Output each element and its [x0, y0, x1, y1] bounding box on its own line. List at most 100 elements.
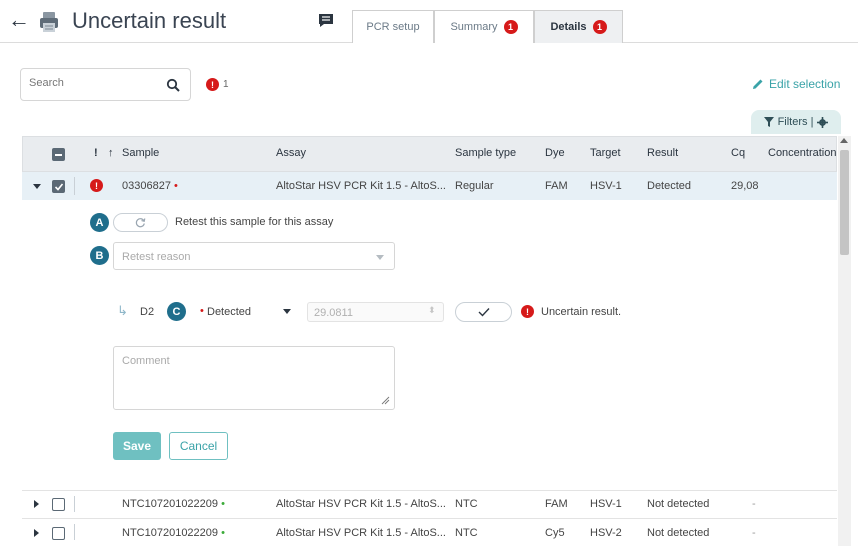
cell-cq: 29,08: [731, 180, 759, 192]
stepper-icon[interactable]: ⬍: [428, 305, 436, 316]
sample-id: NTC107201022209: [122, 498, 219, 510]
column-sample-type[interactable]: Sample type: [455, 147, 516, 159]
row-checkbox[interactable]: [52, 527, 65, 540]
comment-placeholder: Comment: [122, 355, 170, 367]
annotation-c: C: [167, 302, 186, 321]
expand-icon[interactable]: [34, 500, 39, 508]
chevron-down-icon: [283, 309, 291, 314]
page-title: Uncertain result: [72, 8, 227, 33]
column-concentration[interactable]: Concentration: [768, 147, 837, 159]
cell-assay: AltoStar HSV PCR Kit 1.5 - AltoS...: [276, 527, 446, 539]
funnel-icon: [763, 117, 774, 127]
tab-summary[interactable]: Summary 1: [434, 10, 534, 43]
cell-target: HSV-1: [590, 180, 622, 192]
cell-assay: AltoStar HSV PCR Kit 1.5 - AltoS...: [276, 498, 446, 510]
pencil-icon: [753, 79, 763, 89]
column-target[interactable]: Target: [590, 147, 621, 159]
column-sample[interactable]: Sample: [122, 147, 159, 159]
cell-cq: -: [752, 498, 756, 510]
check-icon: [478, 308, 490, 317]
result-select-value: Detected: [207, 306, 252, 318]
cell-result: Not detected: [647, 527, 710, 539]
column-result[interactable]: Result: [647, 147, 678, 159]
back-arrow-icon[interactable]: ←: [8, 9, 30, 31]
status-dot: •: [218, 527, 225, 539]
collapse-icon[interactable]: [33, 184, 41, 189]
resize-handle-icon[interactable]: [380, 395, 390, 405]
retest-toggle[interactable]: [113, 213, 168, 232]
retest-reason-select[interactable]: Retest reason: [113, 242, 395, 270]
row-checkbox[interactable]: [52, 498, 65, 511]
cell-target: HSV-1: [590, 498, 622, 510]
result-select[interactable]: • Detected: [193, 302, 297, 322]
column-dye[interactable]: Dye: [545, 147, 565, 159]
status-message: Uncertain result.: [541, 306, 622, 318]
column-assay[interactable]: Assay: [276, 147, 306, 159]
save-button[interactable]: Save: [113, 432, 161, 460]
sub-arrow-icon: ↳: [117, 303, 128, 318]
row-checkbox[interactable]: [52, 180, 65, 193]
scroll-up-icon[interactable]: [840, 138, 848, 143]
column-divider: [74, 496, 75, 512]
filters-label: Filters |: [777, 116, 814, 128]
warning-icon: !: [521, 305, 534, 318]
error-icon: !: [206, 78, 219, 91]
gear-icon[interactable]: [817, 116, 829, 128]
column-cq[interactable]: Cq: [731, 147, 745, 159]
cell-sample-type: NTC: [455, 498, 478, 510]
cell-dye: FAM: [545, 180, 568, 192]
chevron-down-icon: [376, 255, 384, 260]
summary-badge: 1: [503, 20, 518, 34]
scrollbar-thumb[interactable]: [840, 150, 849, 255]
cell-cq: -: [752, 527, 756, 539]
sample-id: NTC107201022209: [122, 527, 219, 539]
tab-label: Details: [550, 21, 587, 33]
cell-dye: FAM: [545, 498, 568, 510]
retest-reason-placeholder: Retest reason: [122, 251, 191, 263]
select-all-checkbox[interactable]: [52, 148, 65, 161]
cell-target: HSV-2: [590, 527, 622, 539]
edit-selection-label: Edit selection: [769, 77, 841, 91]
cell-dye: Cy5: [545, 527, 565, 539]
tab-details[interactable]: Details 1: [534, 10, 623, 43]
cell-result: Detected: [647, 180, 692, 192]
sample-id: 03306827: [122, 180, 171, 192]
cell-assay: AltoStar HSV PCR Kit 1.5 - AltoS...: [276, 180, 446, 192]
tab-pcr-setup[interactable]: PCR setup: [352, 10, 434, 43]
cell-result: Not detected: [647, 498, 710, 510]
confirm-toggle[interactable]: [455, 302, 512, 322]
refresh-icon: [135, 218, 146, 228]
cell-sample: NTC107201022209 •: [122, 527, 225, 539]
cell-sample: 03306827 •: [122, 180, 178, 192]
cell-sample: NTC107201022209 •: [122, 498, 225, 510]
well-id: D2: [140, 306, 155, 318]
comment-textarea[interactable]: Comment: [113, 346, 395, 410]
column-divider: [74, 177, 75, 195]
expand-icon[interactable]: [34, 529, 39, 537]
details-badge: 1: [592, 20, 607, 34]
annotation-a: A: [90, 213, 109, 232]
column-alert[interactable]: !: [94, 147, 98, 159]
tab-label: PCR setup: [366, 21, 420, 33]
cell-sample-type: NTC: [455, 527, 478, 539]
filters-button[interactable]: Filters |: [751, 110, 841, 134]
status-dot: •: [218, 498, 225, 510]
search-icon[interactable]: [166, 78, 180, 92]
cq-input[interactable]: 29.0811 ⬍: [307, 302, 444, 322]
cell-sample-type: Regular: [455, 180, 494, 192]
cq-value: 29.0811: [314, 307, 353, 319]
check-icon: [54, 183, 64, 191]
comment-icon[interactable]: [318, 13, 334, 28]
search-box[interactable]: [20, 68, 191, 101]
retest-label: Retest this sample for this assay: [175, 216, 334, 228]
sort-asc-icon[interactable]: ↑: [108, 147, 114, 159]
result-dot: •: [200, 305, 204, 317]
search-input[interactable]: [29, 77, 159, 89]
status-dot: •: [170, 180, 178, 192]
instrument-icon: [40, 12, 58, 32]
row-error-icon: !: [90, 179, 103, 192]
cancel-button[interactable]: Cancel: [169, 432, 228, 460]
annotation-b: B: [90, 246, 109, 265]
edit-selection-link[interactable]: Edit selection: [752, 77, 840, 91]
tab-label: Summary: [450, 21, 498, 33]
